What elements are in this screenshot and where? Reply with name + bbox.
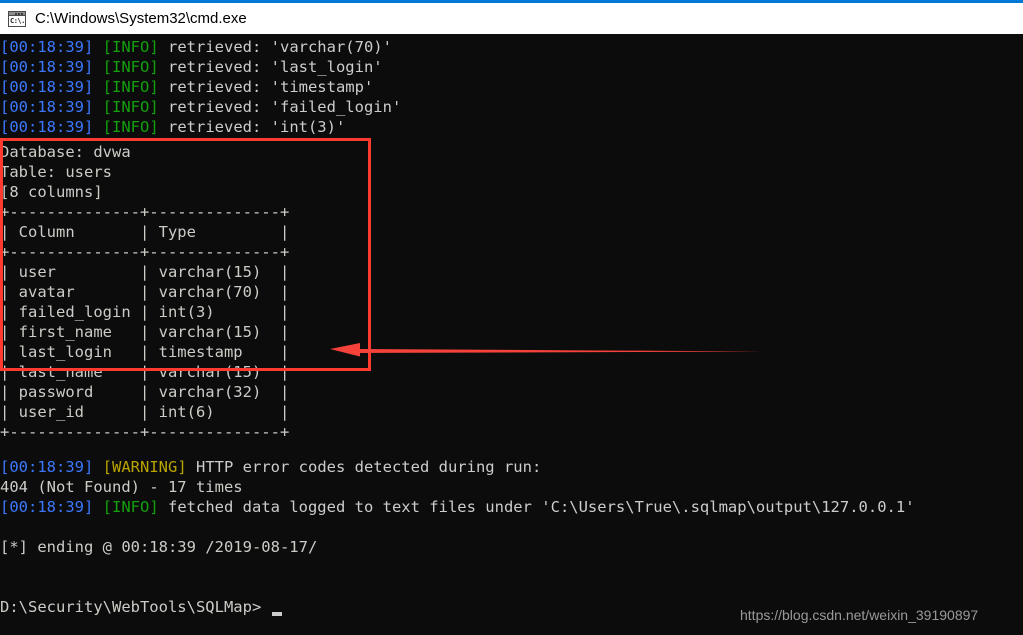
log-timestamp: [00:18:39] (0, 98, 94, 116)
window-title: C:\Windows\System32\cmd.exe (35, 10, 247, 27)
table-rule-top: +--------------+--------------+ (0, 203, 290, 221)
console-output-area[interactable]: [00:18:39] [INFO] retrieved: 'varchar(70… (0, 34, 1023, 635)
log-message: fetched data logged to text files under … (158, 498, 915, 516)
shell-prompt: D:\Security\WebTools\SQLMap> (0, 598, 262, 616)
result-table-line: Table: users (0, 163, 112, 181)
log-level: [INFO] (102, 58, 159, 76)
log-timestamp: [00:18:39] (0, 118, 94, 136)
table-row: | first_name | varchar(15) | (0, 323, 290, 341)
log-line: [00:18:39] [INFO] retrieved: 'int(3)' (0, 117, 345, 137)
log-message: retrieved: 'timestamp' (158, 78, 374, 96)
table-row: | last_login | timestamp | (0, 343, 290, 361)
log-level: [INFO] (102, 118, 159, 136)
result-column-count: [8 columns] (0, 183, 103, 201)
table-row: | password | varchar(32) | (0, 383, 290, 401)
table-rule-mid: +--------------+--------------+ (0, 243, 290, 261)
log-line: [00:18:39] [INFO] retrieved: 'last_login… (0, 57, 383, 77)
table-header-row: | Column | Type | (0, 223, 290, 241)
log-timestamp: [00:18:39] (0, 498, 94, 516)
log-timestamp: [00:18:39] (0, 78, 94, 96)
log-line: [00:18:39] [INFO] retrieved: 'timestamp' (0, 77, 373, 97)
result-database-line: Database: dvwa (0, 143, 131, 161)
ending-line: [*] ending @ 00:18:39 /2019-08-17/ (0, 538, 318, 556)
log-message: HTTP error codes detected during run: (186, 458, 542, 476)
log-message: retrieved: 'failed_login' (158, 98, 402, 116)
log-message: retrieved: 'int(3)' (158, 118, 346, 136)
table-row: | last_name | varchar(15) | (0, 363, 290, 381)
table-row: | user | varchar(15) | (0, 263, 290, 281)
table-rule-bottom: +--------------+--------------+ (0, 423, 290, 441)
cmd-window: C:\. C:\Windows\System32\cmd.exe [00:18:… (0, 0, 1023, 635)
pointer-arrow-to-table (330, 343, 768, 357)
log-level: [INFO] (102, 98, 159, 116)
log-level: [INFO] (102, 498, 159, 516)
log-level: [INFO] (102, 38, 159, 56)
cmd-icon-glyph: C:\. (10, 16, 25, 25)
log-line: [00:18:39] [INFO] retrieved: 'varchar(70… (0, 37, 392, 57)
log-timestamp: [00:18:39] (0, 458, 94, 476)
cmd-console-icon: C:\. (8, 10, 26, 27)
log-message: retrieved: 'varchar(70)' (158, 38, 392, 56)
fetched-data-line: [00:18:39] [INFO] fetched data logged to… (0, 497, 915, 517)
table-row: | user_id | int(6) | (0, 403, 290, 421)
http-error-detail: 404 (Not Found) - 17 times (0, 478, 243, 496)
warning-line: [00:18:39] [WARNING] HTTP error codes de… (0, 457, 541, 477)
log-level: [INFO] (102, 78, 159, 96)
log-level: [WARNING] (102, 458, 187, 476)
text-cursor (272, 612, 282, 616)
table-row: | failed_login | int(3) | (0, 303, 290, 321)
table-row: | avatar | varchar(70) | (0, 283, 290, 301)
title-bar[interactable]: C:\. C:\Windows\System32\cmd.exe (0, 3, 1023, 34)
log-message: retrieved: 'last_login' (158, 58, 383, 76)
log-line: [00:18:39] [INFO] retrieved: 'failed_log… (0, 97, 401, 117)
log-timestamp: [00:18:39] (0, 58, 94, 76)
watermark-text: https://blog.csdn.net/weixin_39190897 (740, 607, 979, 623)
log-timestamp: [00:18:39] (0, 38, 94, 56)
